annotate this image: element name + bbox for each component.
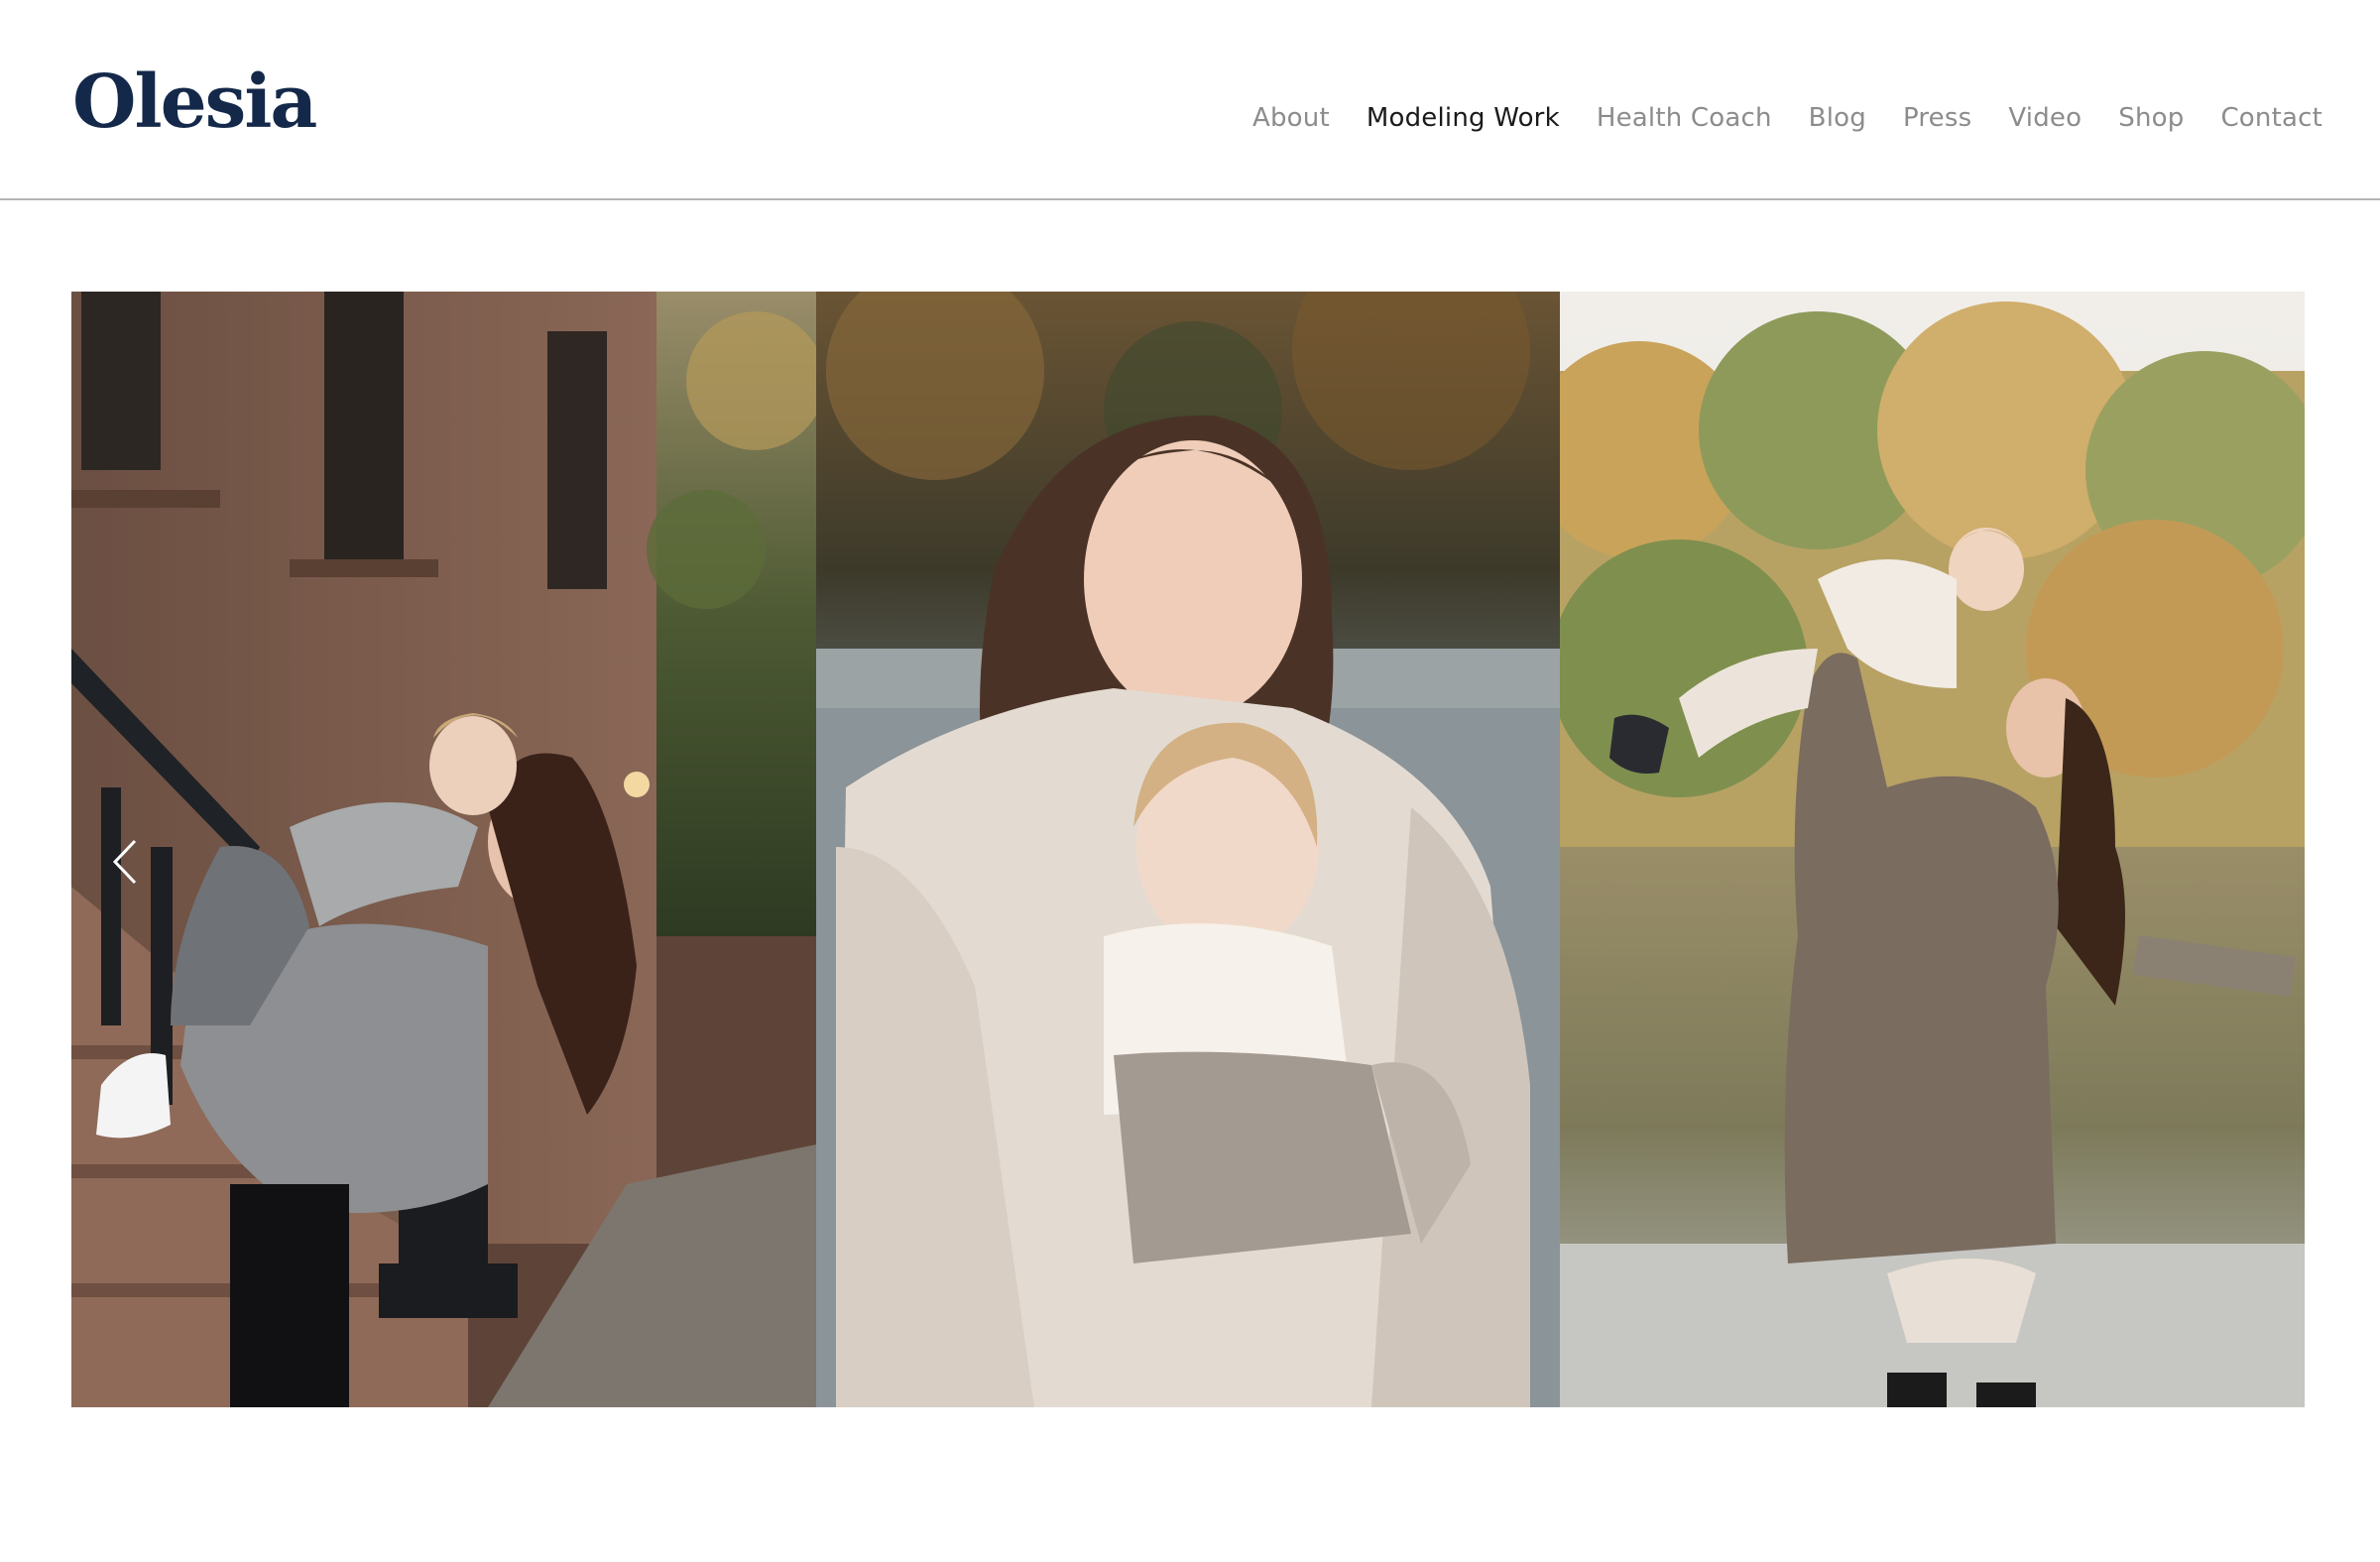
gallery-prev-button[interactable] (89, 812, 159, 911)
nav-item-blog[interactable]: Blog (1809, 103, 1866, 133)
main-nav: About Modeling Work Health Coach Blog Pr… (1252, 103, 2322, 133)
chevron-left-icon (112, 839, 137, 885)
photo-brownstone (71, 292, 816, 1407)
site-logo[interactable]: Olesia (72, 65, 317, 139)
gallery-image-blanket[interactable] (816, 292, 1560, 1407)
nav-item-about[interactable]: About (1252, 103, 1330, 133)
gallery-image-lake[interactable] (1560, 292, 2305, 1407)
image-gallery (71, 292, 2305, 1407)
nav-item-press[interactable]: Press (1903, 103, 1971, 133)
nav-item-modeling-work[interactable]: Modeling Work (1367, 103, 1560, 133)
nav-item-health-coach[interactable]: Health Coach (1597, 103, 1772, 133)
photo-lake (1560, 292, 2305, 1407)
site-header: Olesia About Modeling Work Health Coach … (0, 0, 2380, 200)
nav-item-video[interactable]: Video (2008, 103, 2082, 133)
nav-item-shop[interactable]: Shop (2118, 103, 2184, 133)
nav-item-contact[interactable]: Contact (2220, 103, 2322, 133)
photo-blanket (816, 292, 1560, 1407)
gallery-image-brownstone[interactable] (71, 292, 816, 1407)
